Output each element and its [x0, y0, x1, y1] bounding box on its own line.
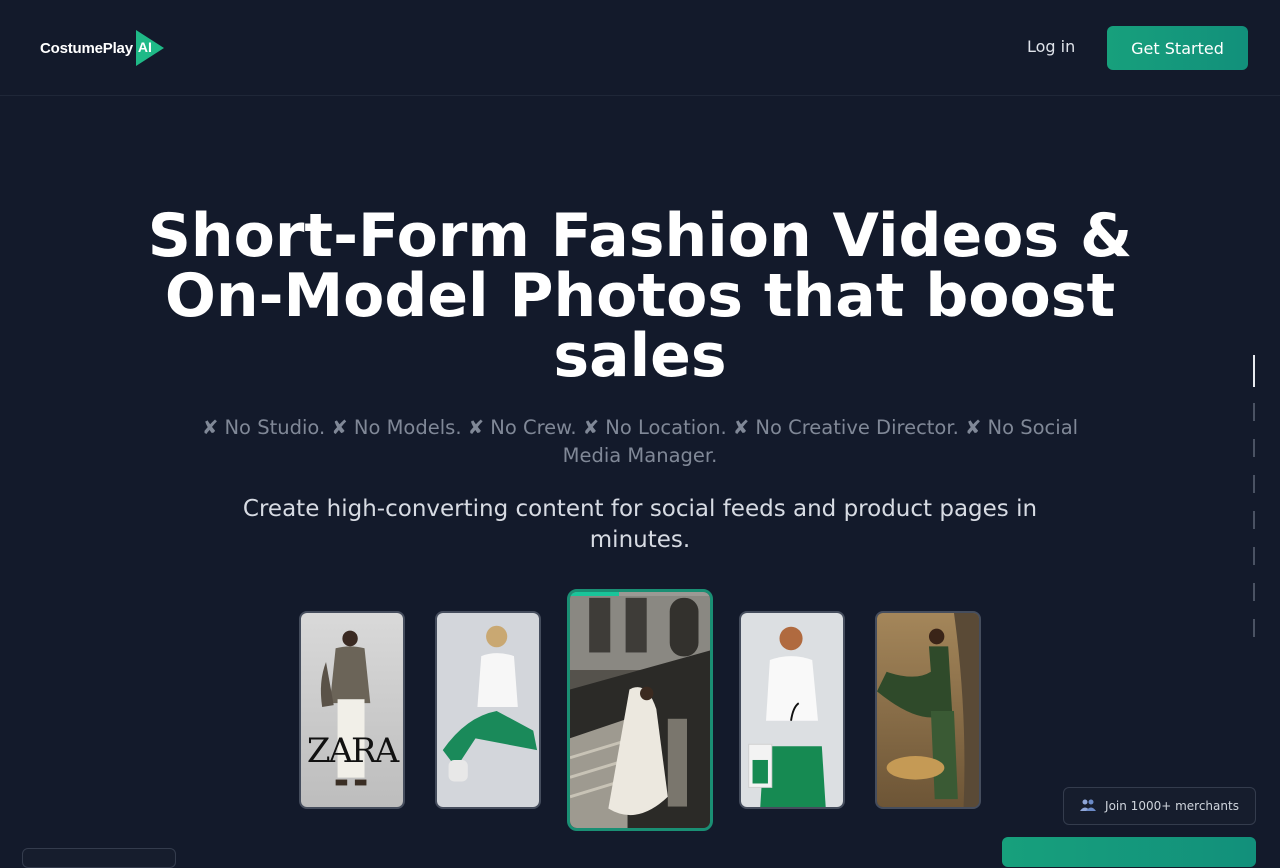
- get-started-button[interactable]: Get Started: [1107, 26, 1248, 70]
- brand-suffix: AI: [137, 39, 152, 55]
- carousel-card-model-green-trousers[interactable]: [739, 611, 845, 809]
- carousel-card-model-green-gown-leopard[interactable]: [875, 611, 981, 809]
- merchants-text: Join 1000+ merchants: [1105, 799, 1239, 813]
- login-link[interactable]: Log in: [1027, 37, 1075, 56]
- brand-name: CostumePlay: [40, 39, 133, 57]
- bottom-left-widget[interactable]: [22, 848, 176, 868]
- slide-indicator[interactable]: [1252, 355, 1256, 637]
- zara-logo: ZARA: [306, 731, 399, 771]
- model-photo-4: [741, 613, 843, 807]
- model-photo-5: [877, 613, 979, 807]
- story-progress-fill: [570, 592, 619, 596]
- top-navigation: CostumePlay AI Log in Get Started: [0, 0, 1280, 96]
- people-icon: [1080, 799, 1097, 814]
- slide-indicator-tick[interactable]: [1253, 475, 1255, 493]
- carousel-card-model-zara[interactable]: ZARA: [299, 611, 405, 809]
- merchants-badge: Join 1000+ merchants: [1063, 787, 1256, 825]
- slide-indicator-tick[interactable]: [1253, 439, 1255, 457]
- play-icon: AI: [135, 29, 165, 67]
- hero-subtitle: Create high-converting content for socia…: [242, 496, 1038, 553]
- hero-headline: Short-Form Fashion Videos & On-Model Pho…: [147, 201, 1133, 391]
- model-photo-2: [437, 613, 539, 807]
- slide-indicator-tick[interactable]: [1253, 619, 1255, 637]
- slide-indicator-tick[interactable]: [1253, 583, 1255, 601]
- bottom-cta-button[interactable]: [1002, 837, 1256, 867]
- model-photo-1: [301, 613, 403, 807]
- slide-indicator-tick[interactable]: [1253, 547, 1255, 565]
- carousel-card-model-bridal-staircase[interactable]: [567, 589, 713, 831]
- carousel-card-model-seated-green[interactable]: [435, 611, 541, 809]
- brand-logo[interactable]: CostumePlay AI: [40, 29, 165, 67]
- model-photo-3: [570, 592, 710, 828]
- slide-indicator-tick[interactable]: [1253, 355, 1255, 387]
- slide-indicator-tick[interactable]: [1253, 403, 1255, 421]
- slide-indicator-tick[interactable]: [1253, 511, 1255, 529]
- story-progress-bar: [570, 592, 710, 596]
- hero-negatives: ✘ No Studio. ✘ No Models. ✘ No Crew. ✘ N…: [201, 416, 1079, 467]
